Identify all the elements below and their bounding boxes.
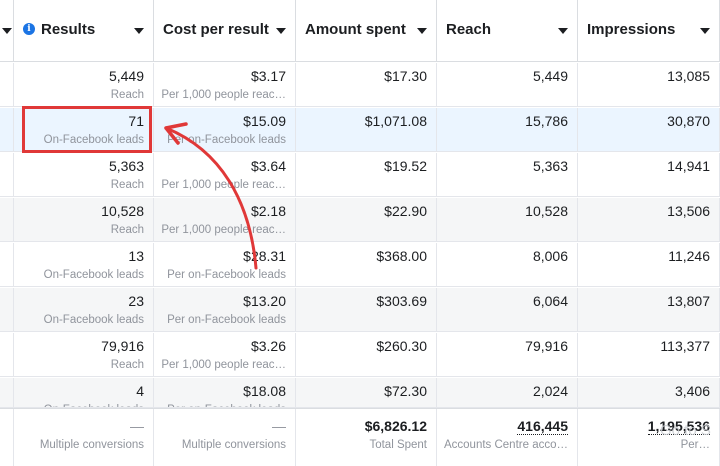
ads-results-table: i Results Cost per result Amount spent R… [0, 0, 720, 466]
annotation-arrow-icon [164, 122, 258, 270]
